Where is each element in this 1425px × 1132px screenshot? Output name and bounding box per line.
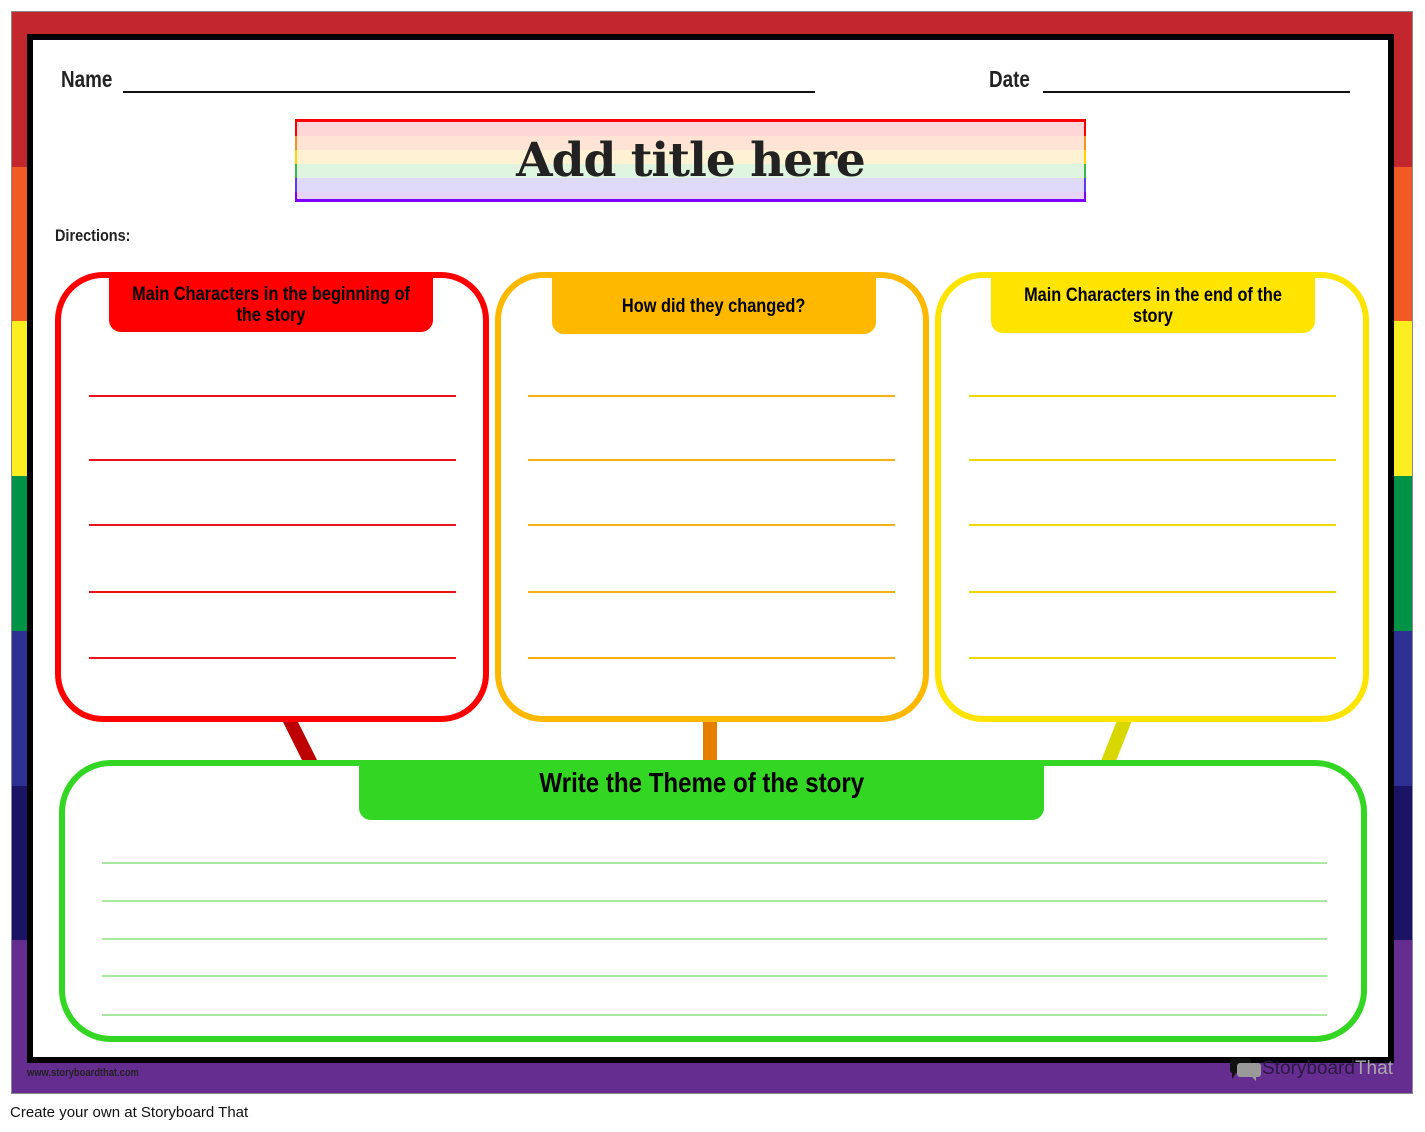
- brand-text-storyboard: Storyboard: [1262, 1058, 1355, 1079]
- writing-line[interactable]: [89, 591, 456, 593]
- theme-writing-line[interactable]: [102, 900, 1327, 902]
- writing-line[interactable]: [969, 524, 1336, 526]
- writing-line[interactable]: [969, 591, 1336, 593]
- writing-line[interactable]: [969, 395, 1336, 397]
- connector-middle: [703, 718, 717, 766]
- box-change: How did they changed?: [495, 272, 929, 722]
- brand-text-that: That: [1354, 1058, 1393, 1079]
- writing-line[interactable]: [89, 459, 456, 461]
- box-header-beginning: Main Characters in the beginning of the …: [109, 278, 433, 332]
- writing-line[interactable]: [89, 524, 456, 526]
- box-header-text: Main Characters in the beginning of the …: [132, 284, 410, 326]
- writing-line[interactable]: [528, 657, 895, 659]
- writing-line[interactable]: [528, 395, 895, 397]
- writing-line[interactable]: [89, 657, 456, 659]
- theme-writing-line[interactable]: [102, 938, 1327, 940]
- writing-line[interactable]: [528, 459, 895, 461]
- brand-logo[interactable]: Storyboard That: [1228, 1056, 1393, 1082]
- theme-writing-line[interactable]: [102, 975, 1327, 977]
- theme-writing-line[interactable]: [102, 1014, 1327, 1016]
- create-your-own-link[interactable]: Create your own at Storyboard That: [10, 1104, 248, 1121]
- box-header-text: Main Characters in the end of the story: [1024, 284, 1282, 327]
- box-end: Main Characters in the end of the story: [935, 272, 1369, 722]
- writing-line[interactable]: [89, 395, 456, 397]
- theme-writing-line[interactable]: [102, 862, 1327, 864]
- box-header-change: How did they changed?: [552, 278, 876, 334]
- box-header-end: Main Characters in the end of the story: [991, 278, 1315, 333]
- box-header-text: How did they changed?: [622, 295, 806, 317]
- connector-right: [1099, 718, 1133, 766]
- writing-line[interactable]: [969, 459, 1336, 461]
- box-header-theme: Write the Theme of the story: [359, 766, 1044, 820]
- connector-left: [281, 718, 320, 766]
- footer-url[interactable]: www.storyboardthat.com: [27, 1067, 139, 1079]
- box-beginning: Main Characters in the beginning of the …: [55, 272, 489, 722]
- box-header-text: Write the Theme of the story: [539, 767, 864, 798]
- writing-line[interactable]: [528, 591, 895, 593]
- speech-bubbles-icon: [1229, 1058, 1261, 1081]
- writing-line[interactable]: [528, 524, 895, 526]
- writing-line[interactable]: [969, 657, 1336, 659]
